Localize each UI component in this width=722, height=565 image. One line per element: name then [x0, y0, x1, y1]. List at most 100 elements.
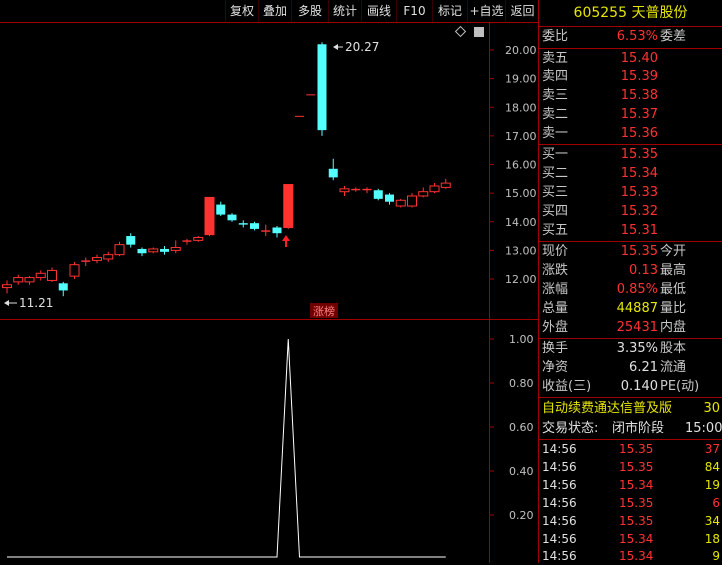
- candle-body: [81, 260, 91, 262]
- ask-row[interactable]: 卖一 15.36: [539, 125, 722, 143]
- indicator-tick-label: 0.20: [509, 509, 534, 522]
- candle-body: [227, 214, 237, 221]
- ask-level-label: 卖一: [542, 126, 569, 141]
- stock-header: 605255 天普股份: [539, 0, 722, 27]
- fin-label2: 股本: [660, 341, 687, 356]
- stat-label2: 最低: [660, 282, 687, 297]
- add-watchlist-button[interactable]: +自选: [467, 0, 505, 22]
- candle: [295, 115, 304, 117]
- stat-label2: 内盘: [660, 320, 687, 335]
- ask-level-label: 卖三: [542, 88, 569, 103]
- price-tick-label: 17.00: [505, 130, 537, 143]
- candle-body: [238, 223, 248, 225]
- trade-volume: 18: [704, 532, 720, 546]
- candle-body: [2, 284, 12, 289]
- candle-body: [92, 257, 102, 261]
- trade-time: 14:56: [542, 460, 577, 474]
- fin-label2: 流通: [660, 360, 687, 375]
- candle-body: [440, 182, 451, 188]
- marquee-row[interactable]: 自动续费通达信普及版 30: [539, 400, 722, 418]
- candle-body: [216, 204, 226, 215]
- candle-body: [351, 188, 361, 191]
- ask-level-label: 卖四: [542, 69, 569, 84]
- trade-price: 15.35: [619, 514, 654, 528]
- bid-row[interactable]: 买二 15.34: [539, 165, 722, 183]
- candle-body: [126, 236, 136, 245]
- multi-stock-button[interactable]: 多股: [291, 0, 328, 22]
- status-time: 15:00:: [685, 421, 722, 436]
- ask-row[interactable]: 卖五 15.40: [539, 50, 722, 68]
- candle-body: [182, 240, 192, 242]
- candle-body: [114, 244, 125, 256]
- kline-chart[interactable]: 20.00 19.00 18.00 17.00 16.00 15.00 14.00 13.00…: [0, 0, 539, 563]
- candle-body: [362, 188, 372, 191]
- fin-row: 换手 3.35% 股本: [539, 340, 722, 358]
- bid-price: 15.33: [620, 185, 658, 200]
- trade-price: 15.35: [619, 496, 654, 510]
- fin-value: 3.35%: [616, 341, 658, 356]
- trade-price: 15.35: [619, 460, 654, 474]
- candle-body: [261, 230, 271, 232]
- price-tick-label: 18.00: [505, 101, 537, 114]
- stat-value: 15.35: [620, 244, 658, 259]
- stat-label2: 今开: [660, 244, 687, 259]
- price-tick-label: 12.00: [505, 273, 537, 286]
- back-button[interactable]: 返回: [505, 0, 539, 22]
- bid-row[interactable]: 买三 15.33: [539, 184, 722, 202]
- low-label: 11.21: [19, 296, 53, 310]
- trade-row: 14:56 15.34 18: [539, 530, 722, 548]
- marquee-text: 自动续费通达信普及版: [542, 401, 673, 416]
- candle-body: [24, 277, 35, 283]
- draw-line-button[interactable]: 画线: [361, 0, 396, 22]
- candle-body: [193, 236, 204, 241]
- tag-label: 涨榜: [313, 304, 335, 318]
- status-label: 交易状态:: [542, 421, 599, 436]
- price-tick-label: 16.00: [505, 159, 537, 172]
- trade-time: 14:56: [542, 442, 577, 456]
- candle-body: [339, 188, 350, 193]
- ask-row[interactable]: 卖四 15.39: [539, 68, 722, 86]
- candle-body: [13, 277, 24, 283]
- bid-row[interactable]: 买一 15.35: [539, 146, 722, 164]
- overlay-button[interactable]: 叠加: [258, 0, 291, 22]
- fuquan-button[interactable]: 复权: [225, 0, 258, 22]
- quote-panel: 605255 天普股份 委比 6.53% 委差 卖五 15.40 卖四 15.39 …: [539, 0, 722, 563]
- weibi-label: 委比: [542, 29, 569, 44]
- ask-row[interactable]: 卖三 15.38: [539, 87, 722, 105]
- stats-button[interactable]: 统计: [328, 0, 361, 22]
- price-tick-label: 13.00: [505, 244, 537, 257]
- stat-label: 现价: [542, 244, 569, 259]
- indicator-tick-label: 1.00: [509, 333, 534, 346]
- trade-time: 14:56: [542, 514, 577, 528]
- bid-row[interactable]: 买五 15.31: [539, 222, 722, 240]
- candle-body: [103, 254, 114, 260]
- bid-row[interactable]: 买四 15.32: [539, 203, 722, 221]
- stat-row: 现价 15.35 今开: [539, 243, 722, 261]
- high-label: 20.27: [345, 40, 379, 54]
- trade-time: 14:56: [542, 478, 577, 492]
- trade-volume: 37: [704, 442, 720, 456]
- candle-body: [418, 191, 429, 197]
- candle: [373, 188, 383, 201]
- ask-price: 15.40: [620, 51, 658, 66]
- mark-button[interactable]: 标记: [432, 0, 467, 22]
- trade-row: 14:56 15.35 84: [539, 458, 722, 476]
- candle-body: [328, 168, 338, 178]
- stat-row: 外盘 25431 内盘: [539, 319, 722, 337]
- status-row: 交易状态: 闭市阶段 15:00:: [539, 420, 722, 438]
- candle-body: [283, 184, 294, 228]
- bid-price: 15.32: [620, 204, 658, 219]
- settings-square-icon[interactable]: [474, 27, 484, 37]
- candle: [306, 94, 316, 96]
- trade-time: 14:56: [542, 549, 577, 563]
- stat-label2: 量比: [660, 301, 687, 316]
- bid-level-label: 买五: [542, 223, 569, 238]
- candle-body: [148, 248, 159, 253]
- candle-body: [295, 115, 304, 117]
- stat-label2: 最高: [660, 263, 687, 278]
- weibi-row: 委比 6.53% 委差: [539, 28, 722, 46]
- trade-row: 14:56 15.34 9: [539, 547, 722, 565]
- f10-button[interactable]: F10: [396, 0, 432, 22]
- candle-body: [170, 247, 181, 251]
- ask-row[interactable]: 卖二 15.37: [539, 106, 722, 124]
